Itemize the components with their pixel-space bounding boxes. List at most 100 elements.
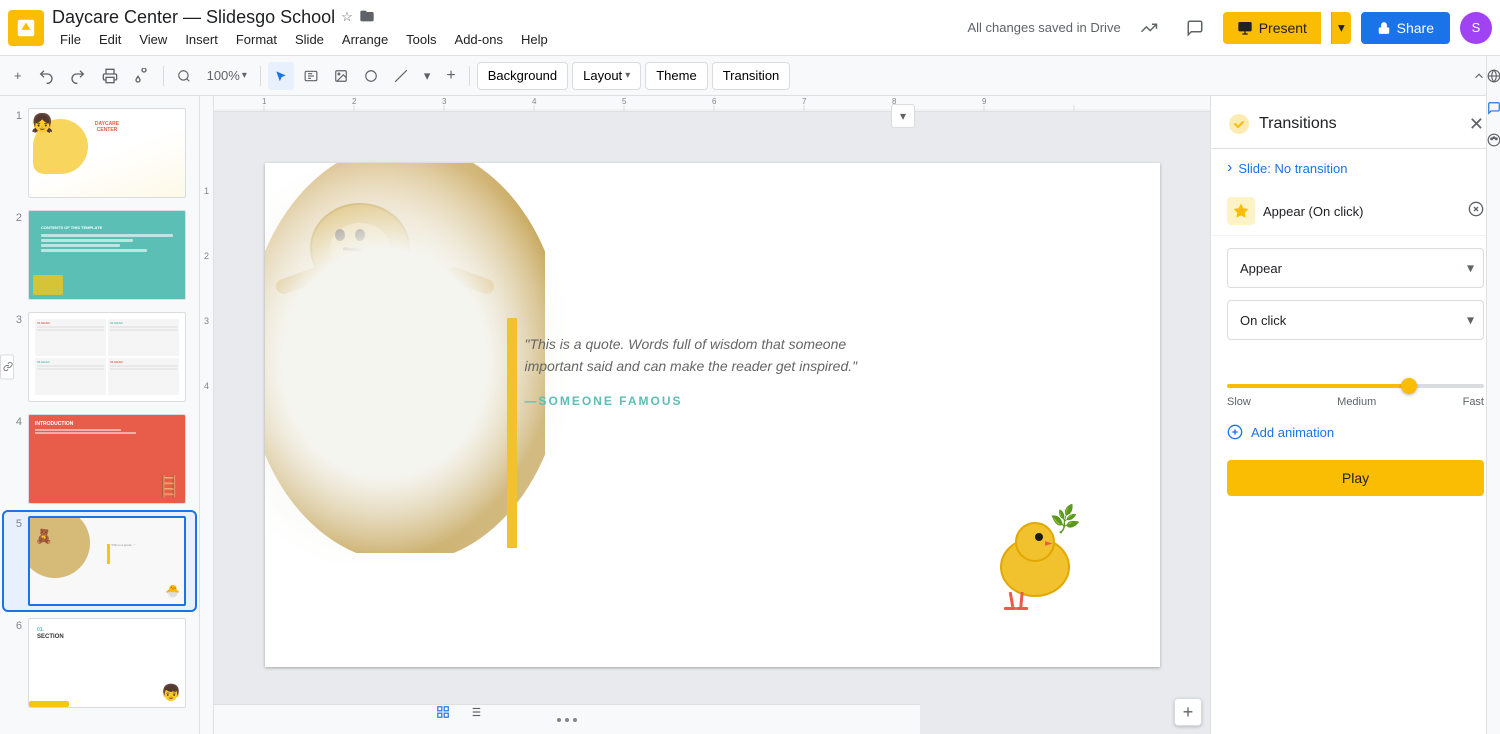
quote-author: —SOMEONE FAMOUS (525, 394, 905, 408)
svg-text:7: 7 (802, 97, 807, 106)
undo-btn[interactable] (32, 62, 60, 90)
transitions-panel: Transitions ✕ › Slide: No transition App… (1210, 96, 1500, 734)
layout-label: Layout (583, 68, 622, 83)
zoom-btn[interactable] (171, 62, 197, 90)
speed-slider[interactable] (1227, 384, 1484, 388)
list-view-btn[interactable] (461, 698, 489, 726)
menu-help[interactable]: Help (513, 30, 556, 49)
slides-panel: 1 DAYCARECENTER 👧 2 CONTENTS OF THIS TEM… (0, 96, 200, 734)
top-ruler: 1 2 3 4 5 6 7 8 9 (214, 96, 1210, 112)
paint-btn[interactable] (128, 62, 156, 90)
embed-btn[interactable]: + (440, 62, 461, 90)
shapes-btn[interactable] (358, 62, 384, 90)
menu-edit[interactable]: Edit (91, 30, 129, 49)
add-btn[interactable]: + (8, 62, 28, 90)
comments-icon-btn[interactable] (1177, 10, 1213, 46)
title-area: Daycare Center — Slidesgo School ☆ File … (52, 7, 959, 49)
collapse-panel-button[interactable]: ▾ (891, 104, 915, 128)
slide-item[interactable]: 6 01. SECTION 👦 (4, 614, 195, 712)
present-dropdown-btn[interactable]: ▾ (1331, 12, 1351, 44)
svg-text:5: 5 (622, 97, 627, 106)
chat-icon[interactable] (1482, 96, 1500, 120)
slide-thumbnail: DAYCARECENTER 👧 (28, 108, 186, 198)
panel-title-row: Transitions (1227, 112, 1337, 136)
slide-number: 5 (8, 516, 22, 530)
slide-thumbnail: CONTENTS OF THIS TEMPLATE (28, 210, 186, 300)
link-icon[interactable] (0, 355, 14, 380)
zoom-value: 100% (207, 68, 240, 83)
explore-icon[interactable] (1482, 64, 1500, 88)
slide-item[interactable]: 3 01 HEAD 02 HEAD 03 HEAD 04 HEAD (4, 308, 195, 406)
background-button[interactable]: Background (477, 62, 568, 90)
slide-number: 6 (8, 618, 22, 632)
slide-transition-row[interactable]: › Slide: No transition (1211, 149, 1500, 187)
svg-text:9: 9 (982, 97, 987, 106)
quote-text: "This is a quote. Words full of wisdom t… (525, 333, 905, 378)
menu-addons[interactable]: Add-ons (447, 30, 511, 49)
add-animation-label: Add animation (1251, 425, 1334, 440)
menu-tools[interactable]: Tools (398, 30, 444, 49)
menu-format[interactable]: Format (228, 30, 285, 49)
transition-button[interactable]: Transition (712, 62, 791, 90)
folder-icon[interactable] (359, 8, 375, 27)
speed-labels: Slow Medium Fast (1227, 396, 1484, 408)
on-click-dropdown[interactable]: On click After previous With previous (1227, 300, 1484, 340)
print-btn[interactable] (96, 62, 124, 90)
svg-text:1: 1 (262, 97, 267, 106)
menu-arrange[interactable]: Arrange (334, 30, 396, 49)
ruler-num: 3 (204, 316, 209, 326)
ruler-num: 2 (204, 251, 209, 261)
bottom-bar (214, 704, 920, 734)
slide-number: 1 (8, 108, 22, 122)
quote-text-area: "This is a quote. Words full of wisdom t… (525, 333, 905, 408)
doc-title[interactable]: Daycare Center — Slidesgo School (52, 7, 335, 28)
image-btn[interactable] (328, 62, 354, 90)
slide-canvas[interactable]: "This is a quote. Words full of wisdom t… (265, 163, 1160, 667)
animation-delete-button[interactable] (1468, 201, 1484, 222)
menu-file[interactable]: File (52, 30, 89, 49)
slide-thumbnail: 🧸 "This is a quote..." 🐣 (28, 516, 186, 606)
play-button[interactable]: Play (1227, 460, 1484, 496)
slide-item-active[interactable]: 5 🧸 "This is a quote..." 🐣 (4, 512, 195, 610)
appear-section: Appear Fade Fly in Zoom On click After p… (1211, 236, 1500, 364)
menu-view[interactable]: View (131, 30, 175, 49)
layout-button[interactable]: Layout ▾ (572, 62, 641, 90)
cursor-btn[interactable] (268, 62, 294, 90)
menu-insert[interactable]: Insert (177, 30, 226, 49)
add-animation-button[interactable]: Add animation (1211, 412, 1500, 452)
textbox-btn[interactable] (298, 62, 324, 90)
right-edge-panel (1486, 56, 1500, 734)
animation-label: Appear (On click) (1263, 204, 1460, 219)
slide-item[interactable]: 2 CONTENTS OF THIS TEMPLATE (4, 206, 195, 304)
present-button[interactable]: Present (1223, 12, 1321, 44)
animation-item[interactable]: Appear (On click) (1211, 187, 1500, 236)
grid-view-btn[interactable] (429, 698, 457, 726)
appear-dropdown[interactable]: Appear Fade Fly in Zoom (1227, 248, 1484, 288)
divider-3 (469, 66, 470, 86)
app-icon (8, 10, 44, 46)
trending-icon-btn[interactable] (1131, 10, 1167, 46)
redo-btn[interactable] (64, 62, 92, 90)
slide-transition-label: Slide: No transition (1238, 161, 1347, 176)
palette-icon[interactable] (1482, 128, 1500, 152)
theme-button[interactable]: Theme (645, 62, 707, 90)
bottom-dots (557, 718, 577, 722)
add-page-button[interactable]: + (1174, 698, 1202, 726)
slide-item[interactable]: 1 DAYCARECENTER 👧 (4, 104, 195, 202)
expand-icon: › (1227, 159, 1232, 177)
line-btn[interactable] (388, 62, 414, 90)
user-avatar[interactable]: S (1460, 12, 1492, 44)
quote-bar (507, 318, 517, 548)
zoom-value-btn[interactable]: 100% ▾ (201, 62, 253, 90)
header-right: All changes saved in Drive Present ▾ Sha… (967, 10, 1492, 46)
more-shapes-btn[interactable]: ▾ (418, 62, 437, 90)
slide-item[interactable]: 4 INTRODUCTION 🪜 (4, 410, 195, 508)
menu-slide[interactable]: Slide (287, 30, 332, 49)
on-click-dropdown-wrapper: On click After previous With previous (1227, 300, 1484, 340)
svg-text:2: 2 (352, 97, 357, 106)
star-icon[interactable]: ☆ (341, 9, 353, 25)
speed-section: Slow Medium Fast (1211, 364, 1500, 412)
panel-title: Transitions (1259, 115, 1337, 133)
share-button[interactable]: Share (1361, 12, 1450, 44)
divider-1 (163, 66, 164, 86)
